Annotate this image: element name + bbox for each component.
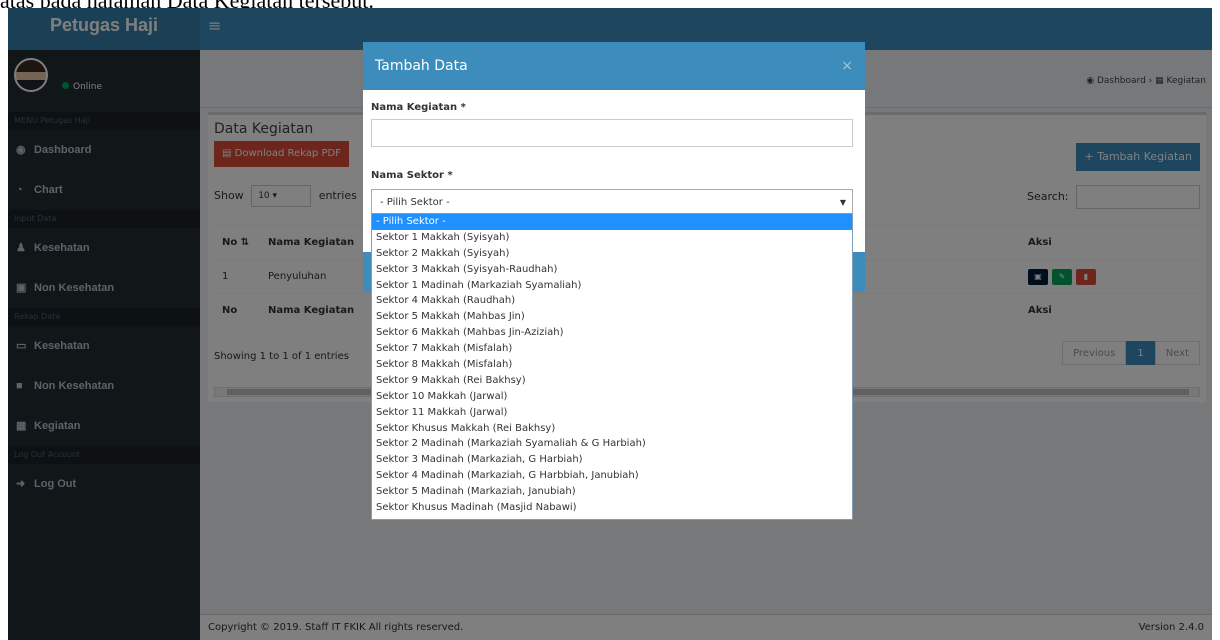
app-window: Petugas Haji ≡ Online MENU Petugas Haji … xyxy=(8,8,1212,640)
select-value: - Pilih Sektor - xyxy=(380,197,450,208)
dropdown-option[interactable]: Sektor 9 Makkah (Rei Bakhsy) xyxy=(372,373,852,389)
nama-sektor-label: Nama Sektor * xyxy=(371,170,453,181)
sektor-dropdown-list: - Pilih Sektor - Sektor 1 Makkah (Syisyah… xyxy=(371,213,853,520)
dropdown-option[interactable]: Sektor 2 Makkah (Syisyah) xyxy=(372,246,852,262)
dropdown-option[interactable]: Sektor 6 Makkah (Mahbas Jin-Aziziah) xyxy=(372,325,852,341)
dropdown-option[interactable]: Sektor 2 Madinah (Markaziah Syamaliah & … xyxy=(372,436,852,452)
dropdown-option[interactable]: Sektor 10 Makkah (Jarwal) xyxy=(372,389,852,405)
nama-kegiatan-input[interactable] xyxy=(371,119,853,147)
dropdown-option[interactable]: Sektor 11 Makkah (Jarwal) xyxy=(372,405,852,421)
dropdown-option[interactable]: Sektor 4 Makkah (Raudhah) xyxy=(372,293,852,309)
dropdown-option[interactable]: Sektor 5 Makkah (Mahbas Jin) xyxy=(372,309,852,325)
dropdown-option[interactable]: - Pilih Sektor - xyxy=(372,214,852,230)
dropdown-option[interactable]: Sektor 8 Makkah (Misfalah) xyxy=(372,357,852,373)
nama-kegiatan-label: Nama Kegiatan * xyxy=(371,102,466,113)
dropdown-option[interactable]: Sektor 4 Madinah (Markaziah, G Harbbiah,… xyxy=(372,468,852,484)
dropdown-option[interactable]: Sektor 1 Madinah (Markaziah Syamaliah) xyxy=(372,278,852,294)
dropdown-option[interactable]: Sektor Khusus Makkah (Rei Bakhsy) xyxy=(372,421,852,437)
close-icon[interactable]: × xyxy=(841,42,853,90)
dropdown-option[interactable]: Sektor 7 Makkah (Misfalah) xyxy=(372,341,852,357)
modal-header: Tambah Data × xyxy=(363,42,865,90)
dropdown-option[interactable]: Sektor 3 Makkah (Syisyah-Raudhah) xyxy=(372,262,852,278)
dropdown-option[interactable]: Sektor 5 Madinah (Markaziah, Janubiah) xyxy=(372,484,852,500)
dropdown-option[interactable]: Sektor 1 Makkah (Syisyah) xyxy=(372,230,852,246)
modal-title: Tambah Data xyxy=(375,58,468,74)
dropdown-option[interactable]: Sektor 3 Madinah (Markaziah, G Harbiah) xyxy=(372,452,852,468)
dropdown-option[interactable]: Sektor Khusus Madinah (Masjid Nabawi) xyxy=(372,500,852,516)
